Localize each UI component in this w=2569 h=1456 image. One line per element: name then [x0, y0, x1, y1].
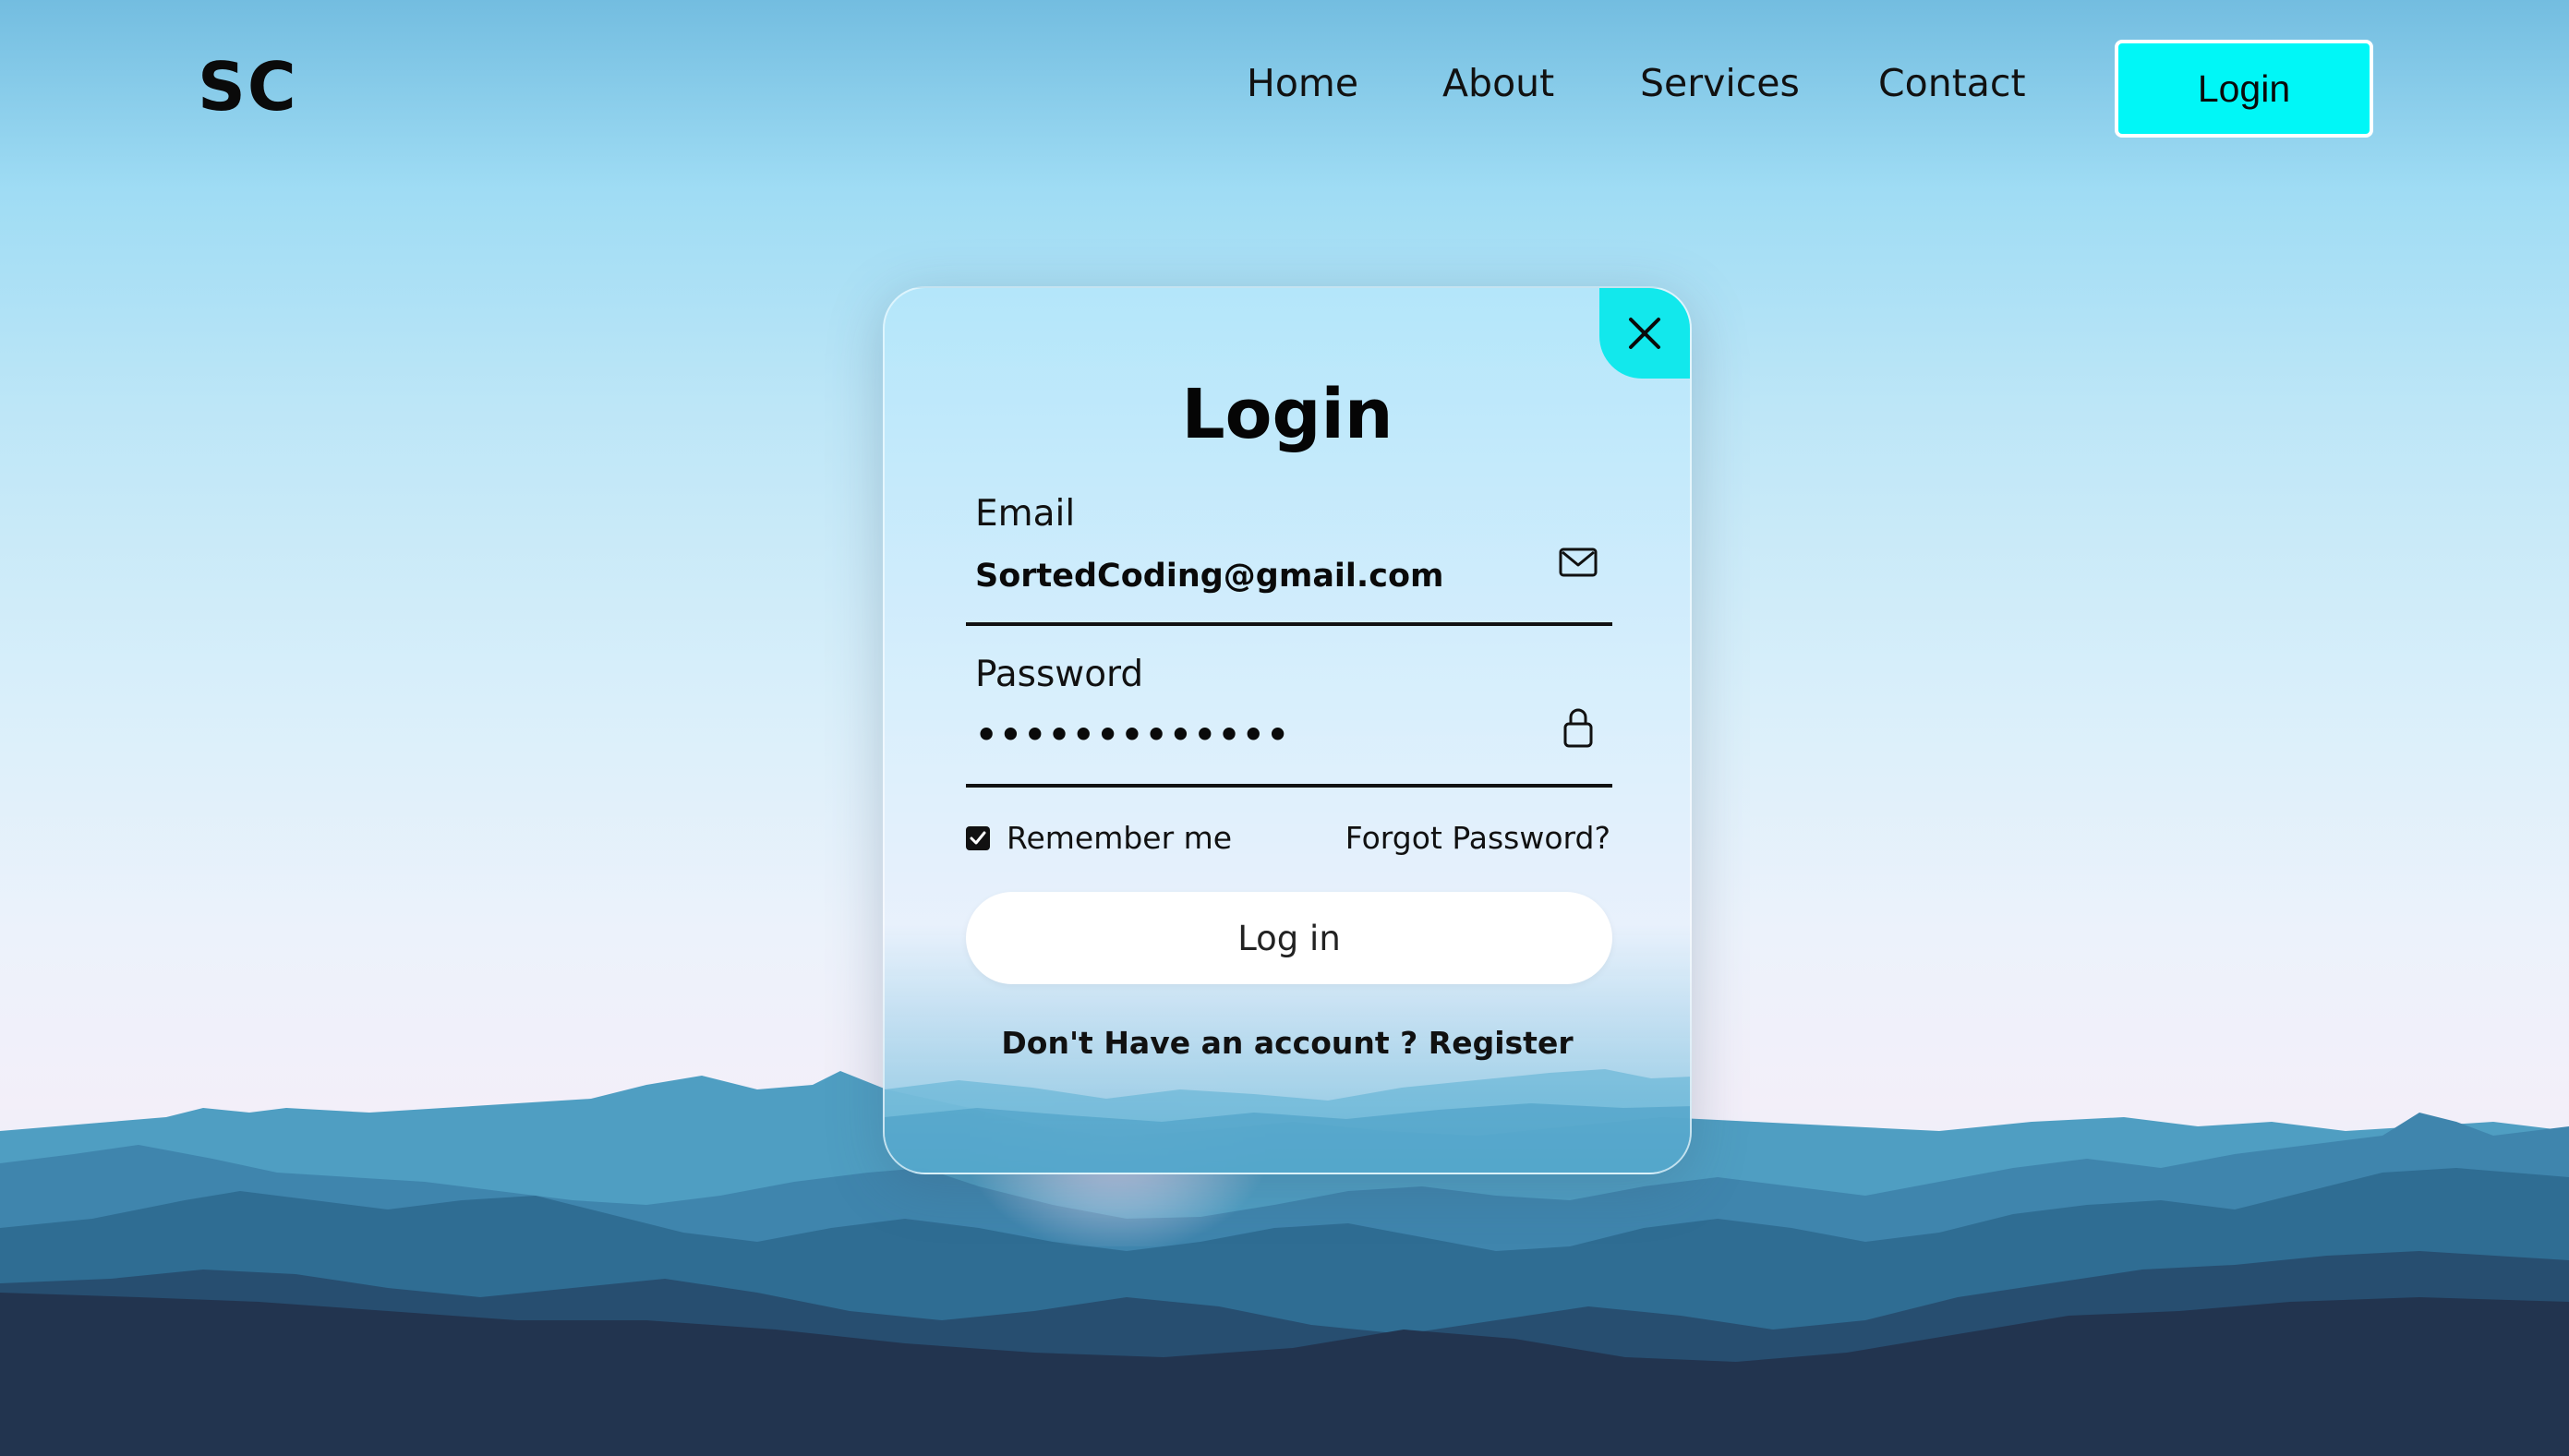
nav-link-contact[interactable]: Contact	[1878, 61, 2026, 105]
checkmark-icon	[970, 831, 986, 844]
close-icon	[1629, 318, 1660, 349]
password-underline	[966, 784, 1612, 788]
envelope-icon	[1559, 548, 1598, 577]
modal-title: Login	[1181, 375, 1393, 454]
nav-link-about[interactable]: About	[1442, 61, 1554, 105]
lock-icon	[1563, 708, 1593, 748]
email-input[interactable]	[975, 548, 1529, 604]
remember-me-checkbox[interactable]	[966, 825, 990, 850]
email-underline	[966, 622, 1612, 626]
password-input[interactable]	[975, 707, 1529, 763]
modal-mountain-reflection	[885, 1069, 1690, 1173]
log-in-button[interactable]: Log in	[966, 892, 1612, 984]
remember-me-label[interactable]: Remember me	[1007, 820, 1232, 856]
register-prompt-line: Don't Have an account ? Register	[885, 1025, 1690, 1061]
email-label: Email	[975, 493, 1076, 535]
login-modal: Login Email Password Remember me Forgot …	[883, 286, 1692, 1174]
close-button[interactable]	[1599, 288, 1690, 379]
remember-me: Remember me	[966, 820, 1232, 856]
password-label: Password	[975, 654, 1144, 695]
header-login-button[interactable]: Login	[2115, 40, 2373, 138]
nav-link-services[interactable]: Services	[1640, 61, 1800, 105]
brand-logo[interactable]: SC	[198, 48, 298, 126]
forgot-password-link[interactable]: Forgot Password?	[1345, 820, 1610, 856]
nav-link-home[interactable]: Home	[1247, 61, 1358, 105]
register-link[interactable]: Register	[1429, 1025, 1574, 1061]
register-prompt: Don't Have an account ?	[1001, 1025, 1418, 1061]
